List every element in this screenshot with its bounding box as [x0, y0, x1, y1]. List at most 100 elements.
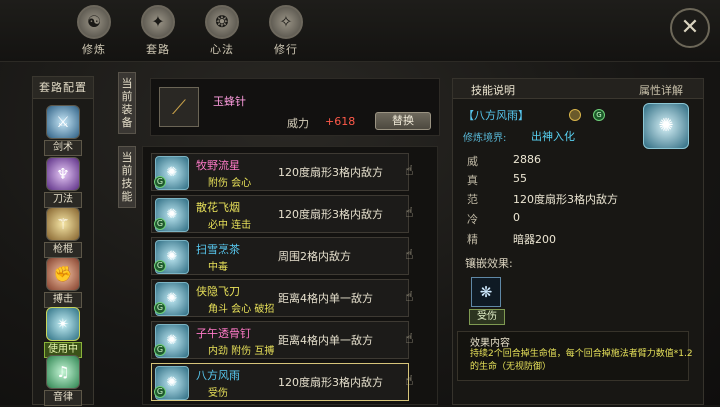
skill-range: 周围2格内敌方	[278, 250, 351, 263]
coin-icon	[569, 109, 581, 121]
selected-skill-icon: ✺	[643, 103, 689, 149]
stat-value: 55	[513, 172, 527, 185]
skill-row[interactable]: ✺ G 散花飞烟 必中 连击 120度扇形3格内敌方	[151, 195, 409, 233]
stat-value: 0	[513, 211, 520, 224]
sidebar-item-sword-art[interactable]: ⚔ 剑术	[41, 105, 85, 157]
effect-header: 效果内容	[470, 338, 510, 349]
skill-name: 侠隐飞刀	[196, 285, 240, 298]
needle-icon[interactable]: ⟋	[159, 87, 199, 127]
sidebar-item-blade-art[interactable]: ♆ 刀法	[41, 157, 85, 209]
sidebar-item-hidden-weapon[interactable]: ✴ 使用中	[41, 307, 85, 359]
equip-name: 玉蜂针	[213, 95, 246, 108]
realm-value: 出神入化	[531, 130, 575, 143]
equip-power-label: 威力	[287, 117, 309, 130]
current-equip-panel: ⟋ 玉蜂针 威力 +618 替换	[150, 78, 440, 136]
current-skills-panel: ✺ G 牧野流星 附伤 会心 120度扇形3格内敌方 ☝ ✺ G 散花飞烟 必中…	[142, 146, 438, 405]
stat-row: 冷 0	[467, 211, 697, 231]
stat-row: 范 120度扇形3格内敌方	[467, 191, 697, 211]
sidebar-item-music[interactable]: ♫ 音律	[41, 355, 85, 407]
gem-label: 受伤	[469, 309, 505, 325]
sidebar-item-spear-staff[interactable]: ⚚ 枪棍	[41, 207, 85, 259]
sidebar-item-label: 枪棍	[44, 242, 82, 258]
combat-icon: ✊	[46, 257, 80, 291]
stat-row: 威 2886	[467, 153, 697, 173]
stat-key: 真	[467, 174, 478, 187]
stat-value: 暗器200	[513, 233, 556, 246]
stat-value: 2886	[513, 153, 541, 166]
drag-handle-icon[interactable]: ☝	[405, 289, 427, 309]
skill-name: 子午透骨钉	[196, 327, 251, 340]
effect-text: 持续2个回合掉生命值，每个回合掉施法者臂力数值*1.2的生命（无视防御）	[470, 349, 693, 372]
skill-row[interactable]: ✺ G 侠隐飞刀 角斗 会心 破招 距离4格内单一敌方	[151, 279, 409, 317]
skill-name: 扫雪烹茶	[196, 243, 240, 256]
skill-attributes: 附伤 会心	[208, 178, 252, 189]
drag-handle-icon[interactable]: ☝	[405, 331, 427, 351]
inlay-label: 镶嵌效果:	[465, 257, 513, 270]
stat-key: 精	[467, 233, 478, 246]
stat-value: 120度扇形3格内敌方	[513, 193, 618, 206]
sidebar-header: 套路配置	[33, 77, 93, 99]
stat-key: 范	[467, 193, 478, 206]
nav-training-label: 修炼	[82, 43, 106, 56]
skill-row[interactable]: ✺ G 牧野流星 附伤 会心 120度扇形3格内敌方	[151, 153, 409, 191]
skill-attributes: 角斗 会心 破招	[208, 304, 275, 315]
drag-handle-icon[interactable]: ☝	[405, 163, 427, 183]
skill-badge-icon: G	[154, 176, 166, 188]
skill-badge-icon: G	[154, 386, 166, 398]
nav-routine-button[interactable]: ✦ 套路	[130, 5, 186, 59]
nav-training-button[interactable]: ☯ 修炼	[66, 5, 122, 59]
skill-name: 散花飞烟	[196, 201, 240, 214]
skill-attributes: 受伤	[208, 388, 228, 399]
sidebar-item-label: 剑术	[44, 140, 82, 156]
sidebar-item-combat[interactable]: ✊ 搏击	[41, 257, 85, 309]
skill-attributes: 中毒	[208, 262, 228, 273]
gem-icon[interactable]: ❋	[471, 277, 501, 307]
realm-label: 修炼境界:	[463, 133, 507, 144]
skill-badge-icon: G	[154, 302, 166, 314]
skill-badge-icon: G	[154, 260, 166, 272]
blade-art-icon: ♆	[46, 157, 80, 191]
tab-skill-description[interactable]: 技能说明	[471, 82, 515, 98]
stat-key: 威	[467, 155, 478, 168]
skill-title: 【八方风雨】	[463, 109, 529, 122]
drag-handle-icon[interactable]: ☝	[405, 247, 427, 267]
routine-icon: ✦	[141, 5, 175, 39]
nav-practice-button[interactable]: ✧ 修行	[258, 5, 314, 59]
detail-tabs: 技能说明 属性详解	[453, 79, 703, 99]
hidden-weapon-icon: ✴	[46, 307, 80, 341]
tab-attribute-details[interactable]: 属性详解	[639, 82, 683, 98]
nav-routine-label: 套路	[146, 43, 170, 56]
badge-icon: G	[593, 109, 605, 121]
skill-name: 牧野流星	[196, 159, 240, 172]
routine-sidebar: 套路配置 ⚔ 剑术 ♆ 刀法 ⚚ 枪棍 ✊ 搏击 ✴ 使用中 ♫ 音律	[32, 76, 94, 407]
nav-mind-method-button[interactable]: ❂ 心法	[194, 5, 250, 59]
sidebar-item-label: 音律	[44, 390, 82, 406]
drag-handle-icon[interactable]: ☝	[405, 205, 427, 225]
close-icon[interactable]: ✕	[670, 8, 710, 48]
nav-practice-label: 修行	[274, 43, 298, 56]
effect-box: 效果内容 持续2个回合掉生命值，每个回合掉施法者臂力数值*1.2的生命（无视防御…	[457, 331, 693, 381]
drag-handle-icon[interactable]: ☝	[405, 373, 427, 393]
skill-range: 距离4格内单一敌方	[278, 334, 373, 347]
skill-detail-panel: 技能说明 属性详解 【八方风雨】 G 修炼境界: 出神入化 ✺ 威 2886 真…	[452, 78, 704, 405]
skill-badge-icon: G	[154, 344, 166, 356]
current-skills-tag: 当前技能	[118, 146, 136, 208]
equip-power-value: +618	[325, 115, 356, 128]
skill-range: 120度扇形3格内敌方	[278, 166, 383, 179]
sword-art-icon: ⚔	[46, 105, 80, 139]
training-icon: ☯	[77, 5, 111, 39]
skill-range: 120度扇形3格内敌方	[278, 376, 383, 389]
stat-row: 真 55	[467, 172, 697, 192]
spear-staff-icon: ⚚	[46, 207, 80, 241]
skill-range: 120度扇形3格内敌方	[278, 208, 383, 221]
skill-row-selected[interactable]: ✺ G 八方风雨 受伤 120度扇形3格内敌方	[151, 363, 409, 401]
stat-key: 冷	[467, 213, 478, 226]
nav-mind-method-label: 心法	[210, 43, 234, 56]
skill-name: 八方风雨	[196, 369, 240, 382]
swap-button[interactable]: 替换	[375, 112, 431, 130]
skill-range: 距离4格内单一敌方	[278, 292, 373, 305]
sidebar-item-label: 搏击	[44, 292, 82, 308]
skill-row[interactable]: ✺ G 子午透骨钉 内劲 附伤 互搏 距离4格内单一敌方	[151, 321, 409, 359]
skill-row[interactable]: ✺ G 扫雪烹茶 中毒 周围2格内敌方	[151, 237, 409, 275]
practice-icon: ✧	[269, 5, 303, 39]
